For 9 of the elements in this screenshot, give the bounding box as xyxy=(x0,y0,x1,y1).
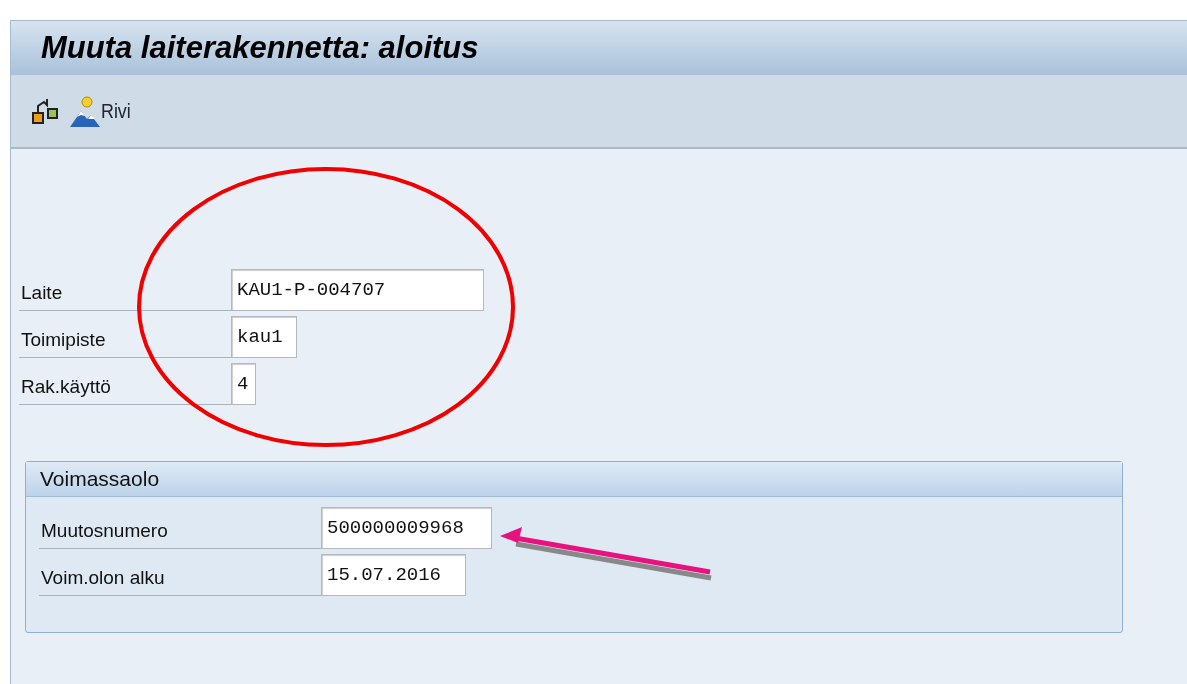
input-field[interactable]: 15.07.2016 xyxy=(321,554,466,596)
window-title: Muuta laiterakennetta: aloitus xyxy=(41,30,479,66)
group-title: Voimassaolo xyxy=(40,467,160,491)
row-button[interactable]: Rivi xyxy=(69,95,136,127)
input-field[interactable]: KAU1-P-004707 xyxy=(231,269,484,311)
input-field[interactable]: 500000009968 xyxy=(321,507,492,549)
person-icon xyxy=(69,95,101,127)
input-field[interactable]: kau1 xyxy=(231,316,297,358)
input-field[interactable]: 4 xyxy=(231,363,256,405)
